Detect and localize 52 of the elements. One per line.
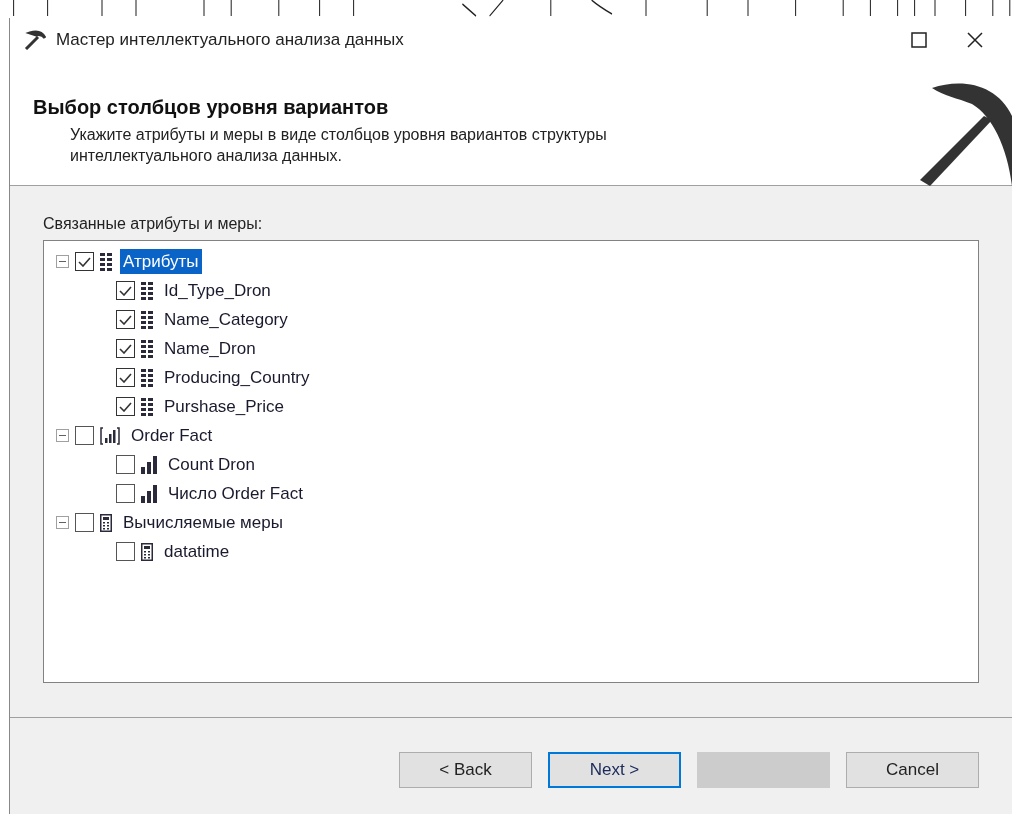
tree-item[interactable]: Вычисляемые меры	[120, 509, 286, 536]
checkbox[interactable]	[116, 281, 135, 300]
maximize-icon	[911, 32, 927, 48]
bar-chart-icon	[141, 484, 157, 503]
tree-item[interactable]: Producing_Country	[161, 364, 313, 391]
grid-icon	[141, 281, 153, 300]
checkbox[interactable]	[75, 426, 94, 445]
tree-item[interactable]: Атрибуты	[120, 248, 202, 275]
close-icon	[967, 32, 983, 48]
window-title: Мастер интеллектуального анализа данных	[56, 29, 404, 52]
tree-item[interactable]: Name_Dron	[161, 335, 259, 362]
checkmark-icon	[119, 372, 132, 383]
checkmark-icon	[119, 343, 132, 354]
pickaxe-icon	[24, 30, 46, 50]
checkmark-icon	[119, 401, 132, 412]
tree-label: Связанные атрибуты и меры:	[43, 214, 264, 234]
collapse-toggle[interactable]	[56, 429, 69, 442]
tree-item[interactable]: Число Order Fact	[165, 480, 306, 507]
grid-icon	[141, 368, 153, 387]
checkbox[interactable]	[116, 339, 135, 358]
bar-chart-icon	[100, 426, 120, 445]
tree-item[interactable]: Id_Type_Dron	[161, 277, 274, 304]
page-heading: Выбор столбцов уровня вариантов	[33, 95, 390, 120]
grid-icon	[100, 252, 112, 271]
checkbox[interactable]	[116, 310, 135, 329]
checkbox[interactable]	[75, 513, 94, 532]
wizard-button[interactable]: < Back	[399, 752, 532, 788]
checkmark-icon	[119, 285, 132, 296]
checkmark-icon	[78, 256, 91, 267]
checkbox[interactable]	[116, 542, 135, 561]
tree-item[interactable]: Count Dron	[165, 451, 258, 478]
calculator-icon	[141, 542, 153, 561]
tree-item[interactable]: Purshase_Price	[161, 393, 287, 420]
checkbox[interactable]	[116, 368, 135, 387]
tree-item[interactable]: Name_Category	[161, 306, 291, 333]
tree-item[interactable]: datatime	[161, 538, 233, 565]
tree-item[interactable]: Order Fact	[128, 422, 216, 449]
collapse-toggle[interactable]	[56, 255, 69, 268]
bar-chart-icon	[141, 455, 157, 474]
collapse-toggle[interactable]	[56, 516, 69, 529]
calculator-icon	[100, 513, 112, 532]
checkbox[interactable]	[116, 455, 135, 474]
checkbox[interactable]	[116, 484, 135, 503]
wizard-button[interactable]: Cancel	[846, 752, 979, 788]
grid-icon	[141, 397, 153, 416]
checkmark-icon	[119, 314, 132, 325]
page-description: Укажите атрибуты и меры в виде столбцов уровня вариантов структуры интеллектуального анализа данных.	[69, 125, 608, 166]
checkbox[interactable]	[75, 252, 94, 271]
checkbox[interactable]	[116, 397, 135, 416]
grid-icon	[141, 339, 153, 358]
wizard-button[interactable]: Next >	[548, 752, 681, 788]
grid-icon	[141, 310, 153, 329]
